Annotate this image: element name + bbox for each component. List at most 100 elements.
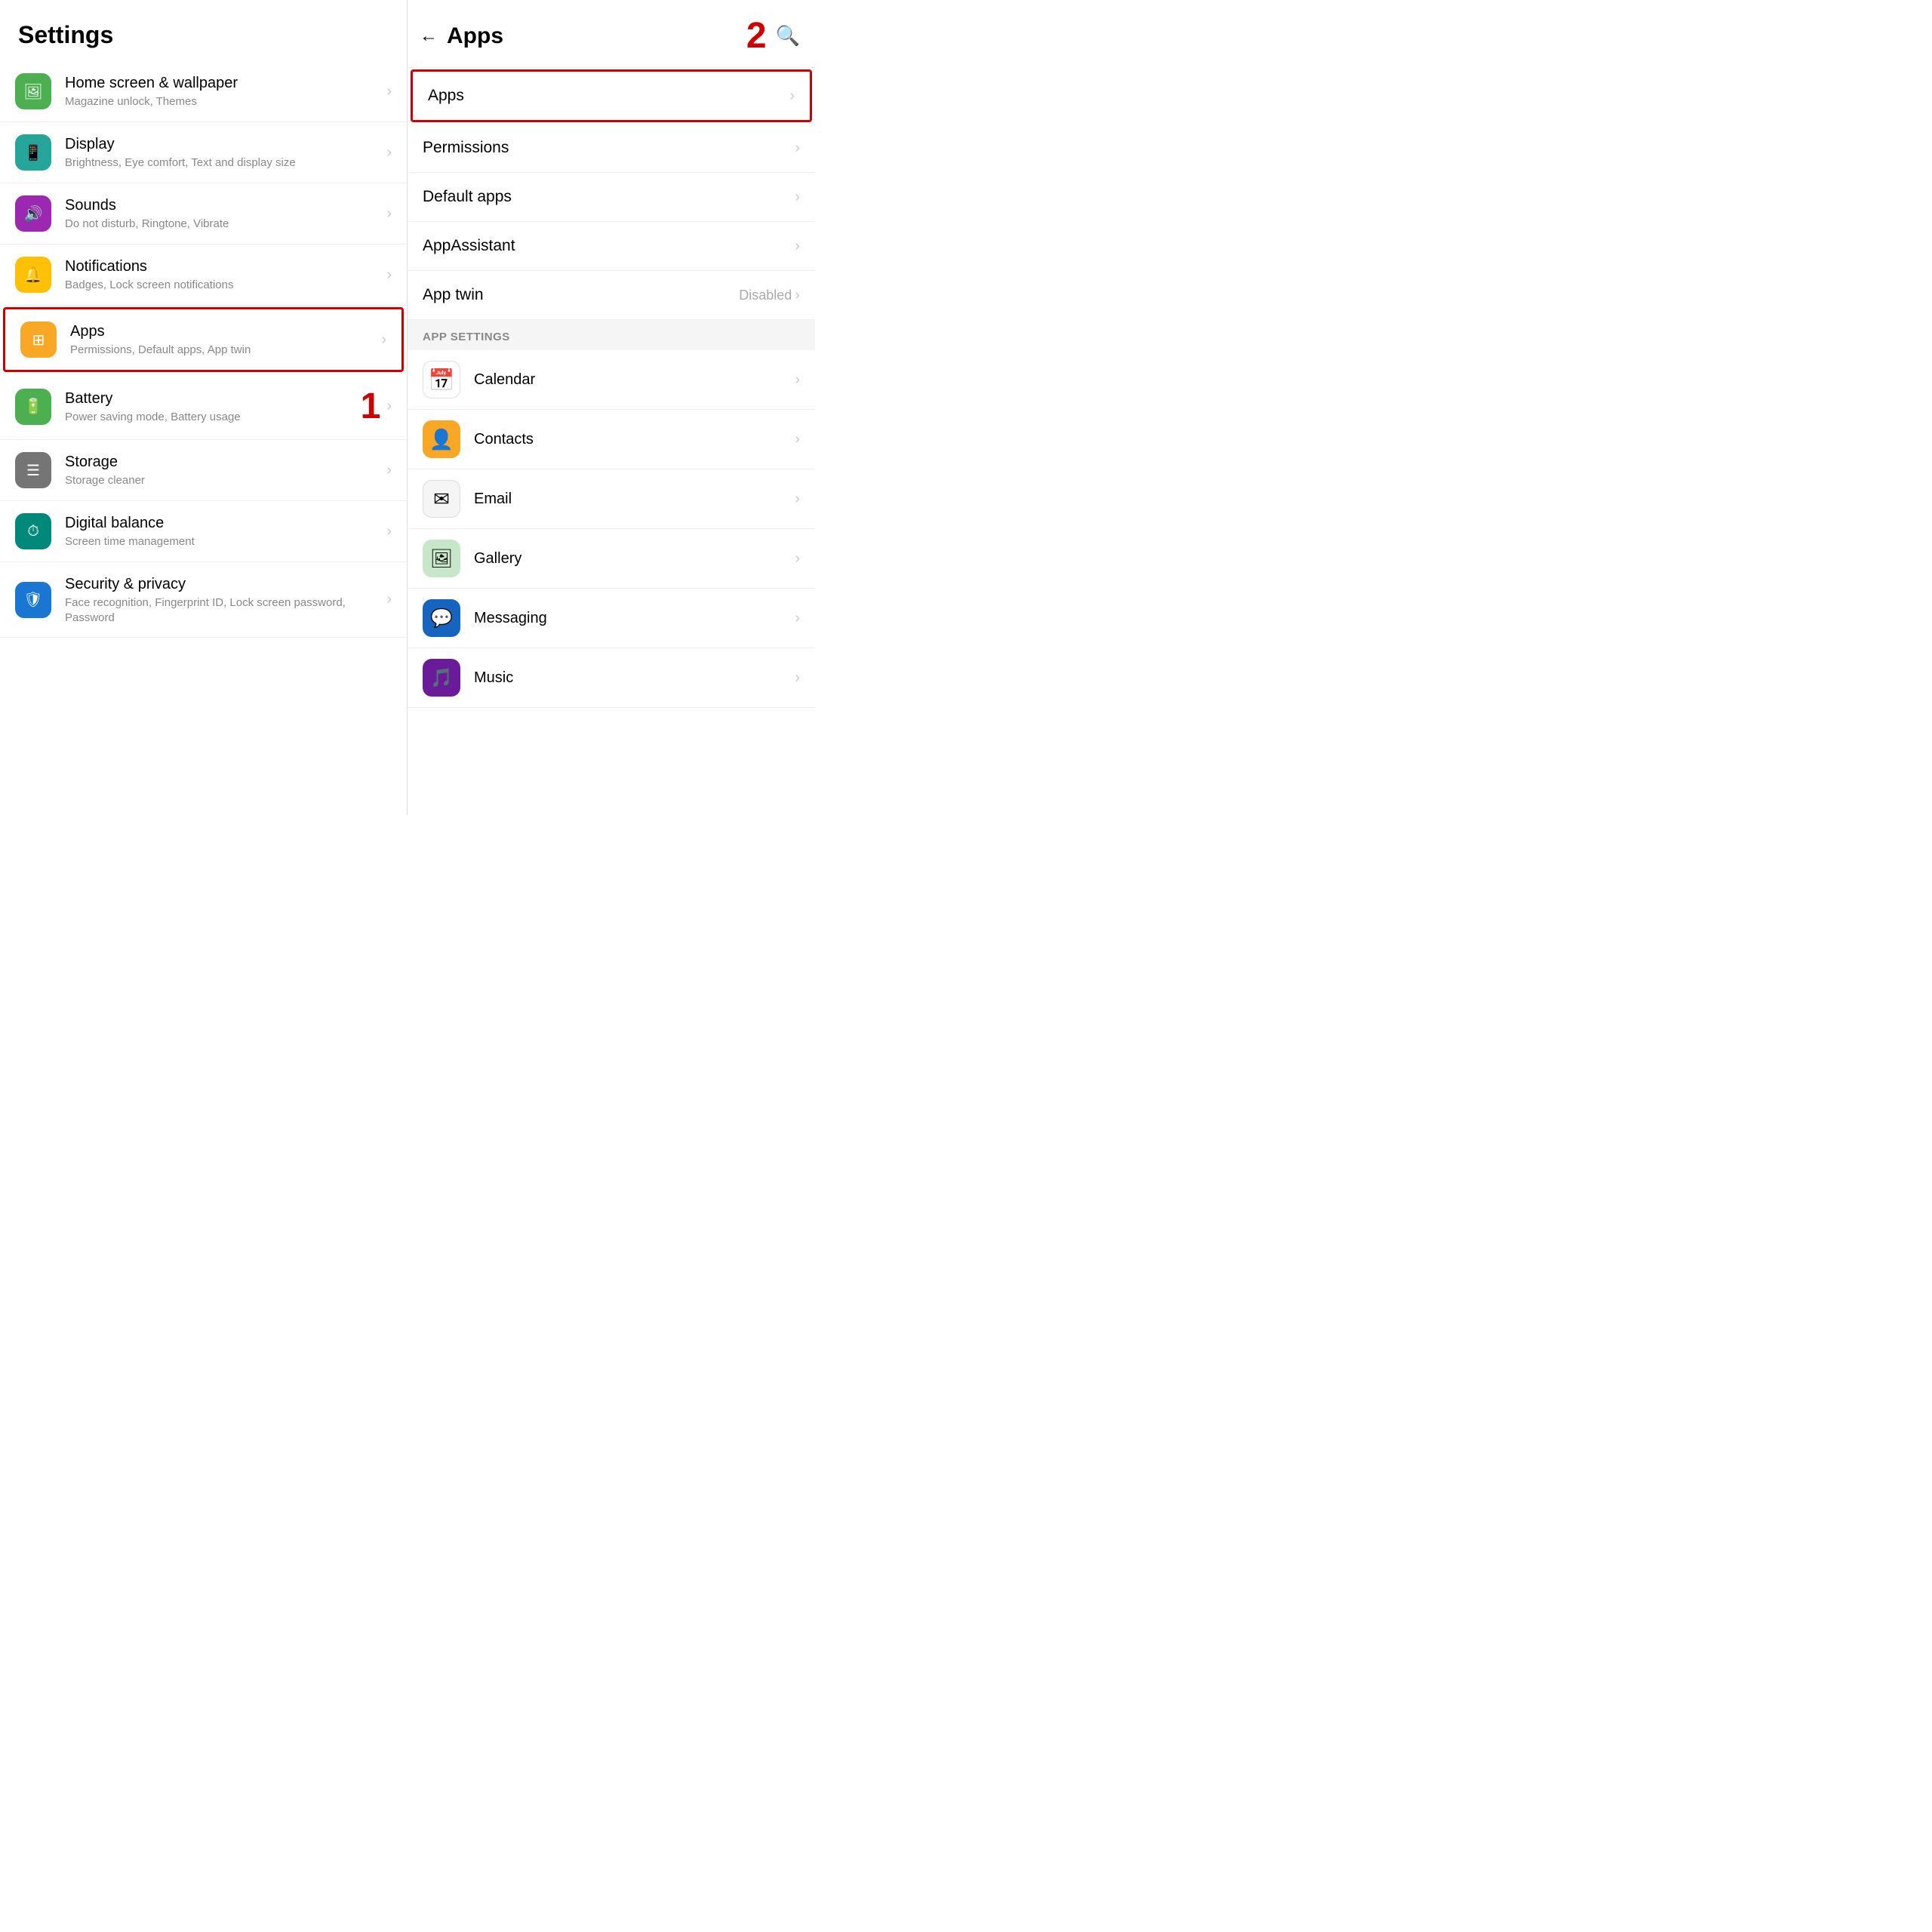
- settings-icon-3: 🔔: [15, 257, 51, 293]
- settings-item-sounds[interactable]: 🔊 Sounds Do not disturb, Ringtone, Vibrate…: [0, 183, 407, 245]
- search-button[interactable]: 🔍: [776, 24, 800, 48]
- app-name-label: Gallery: [474, 550, 795, 568]
- chevron-icon: ›: [795, 238, 800, 255]
- chevron-icon: ›: [795, 431, 800, 448]
- settings-item-battery[interactable]: 🔋 Battery Power saving mode, Battery usage…: [0, 374, 407, 440]
- chevron-icon: ›: [386, 591, 392, 608]
- settings-item-subtitle: Badges, Lock screen notifications: [65, 278, 380, 293]
- gallery-icon: 🖼: [423, 540, 460, 577]
- chevron-icon: ›: [386, 523, 392, 540]
- app-item-gallery[interactable]: 🖼 Gallery›: [408, 529, 815, 589]
- settings-item-security--privacy[interactable]: 🛡 Security & privacyFace recognition, Fin…: [0, 562, 407, 638]
- apps-menu-item-default-apps[interactable]: Default apps›: [408, 173, 815, 222]
- app-name-label: Calendar: [474, 371, 795, 389]
- settings-item-subtitle: Storage cleaner: [65, 473, 380, 488]
- apps-menu-label: Permissions: [423, 139, 795, 157]
- apps-menu-item-app-twin[interactable]: App twinDisabled›: [408, 271, 815, 320]
- left-panel: Settings 🖼 Home screen & wallpaperMagazin…: [0, 0, 408, 815]
- annotation-2: 2: [746, 15, 767, 57]
- settings-icon-6: ☰: [15, 452, 51, 488]
- settings-icon-7: ⏱: [15, 513, 51, 549]
- settings-item-subtitle: Brightness, Eye comfort, Text and displa…: [65, 155, 380, 171]
- settings-icon-4: ⊞: [20, 321, 57, 358]
- settings-item-display[interactable]: 📱 DisplayBrightness, Eye comfort, Text an…: [0, 122, 407, 183]
- chevron-icon: ›: [386, 398, 392, 415]
- music-icon: 🎵: [423, 659, 460, 697]
- chevron-icon: ›: [381, 331, 386, 349]
- chevron-icon: ›: [795, 140, 800, 157]
- annotation-1: 1: [361, 386, 381, 427]
- apps-menu-item-permissions[interactable]: Permissions›: [408, 124, 815, 173]
- settings-list: 🖼 Home screen & wallpaperMagazine unlock,…: [0, 61, 407, 815]
- app-name-label: Email: [474, 491, 795, 508]
- settings-item-digital-balance[interactable]: ⏱ Digital balanceScreen time management ›: [0, 501, 407, 562]
- calendar-icon: 📅: [423, 361, 460, 398]
- settings-text-2: Sounds Do not disturb, Ringtone, Vibrate: [65, 195, 380, 232]
- settings-icon-0: 🖼: [15, 73, 51, 109]
- apps-menu-label: App twin: [423, 286, 739, 304]
- settings-icon-1: 📱: [15, 134, 51, 171]
- chevron-icon: ›: [795, 669, 800, 687]
- app-item-email[interactable]: ✉Email›: [408, 469, 815, 529]
- apps-menu-value: Disabled: [739, 288, 792, 303]
- app-name-label: Music: [474, 669, 795, 687]
- settings-item-subtitle: Do not disturb, Ringtone, Vibrate: [65, 217, 380, 232]
- contacts-icon: 👤: [423, 420, 460, 458]
- settings-icon-8: 🛡: [15, 582, 51, 618]
- app-item-calendar[interactable]: 📅Calendar›: [408, 350, 815, 410]
- app-item-music[interactable]: 🎵 Music›: [408, 648, 815, 708]
- chevron-icon: ›: [386, 266, 392, 284]
- settings-icon-2: 🔊: [15, 195, 51, 232]
- right-panel: ← Apps 2 🔍 Apps›Permissions›Default apps…: [408, 0, 815, 815]
- chevron-icon: ›: [789, 88, 795, 105]
- email-icon: ✉: [423, 480, 460, 518]
- app-name-label: Contacts: [474, 431, 795, 448]
- chevron-icon: ›: [386, 144, 392, 162]
- apps-menu-label: AppAssistant: [423, 237, 795, 255]
- app-settings-section-header: APP SETTINGS: [408, 320, 815, 350]
- app-item-messaging[interactable]: 💬Messaging›: [408, 589, 815, 648]
- settings-item-title: Digital balance: [65, 513, 380, 533]
- settings-item-subtitle: Face recognition, Fingerprint ID, Lock s…: [65, 595, 380, 625]
- settings-item-apps[interactable]: ⊞ AppsPermissions, Default apps, App twin…: [3, 307, 404, 372]
- settings-item-title: Notifications: [65, 257, 380, 276]
- chevron-icon: ›: [795, 550, 800, 568]
- app-item-contacts[interactable]: 👤 Contacts›: [408, 410, 815, 469]
- settings-icon-5: 🔋: [15, 389, 51, 425]
- settings-text-5: Battery Power saving mode, Battery usage: [65, 389, 355, 425]
- settings-item-title: Display: [65, 134, 380, 154]
- left-header: Settings: [0, 0, 407, 61]
- settings-item-subtitle: Power saving mode, Battery usage: [65, 410, 355, 425]
- settings-item-home-screen--wallpaper[interactable]: 🖼 Home screen & wallpaperMagazine unlock,…: [0, 61, 407, 122]
- chevron-icon: ›: [386, 83, 392, 100]
- settings-item-title: Sounds: [65, 195, 380, 215]
- apps-menu-label: Apps: [428, 87, 789, 105]
- apps-page-title: Apps: [447, 23, 746, 49]
- settings-item-title: Storage: [65, 452, 380, 472]
- chevron-icon: ›: [795, 189, 800, 206]
- apps-menu-item-appassistant[interactable]: AppAssistant›: [408, 222, 815, 271]
- settings-text-1: DisplayBrightness, Eye comfort, Text and…: [65, 134, 380, 171]
- settings-text-6: StorageStorage cleaner: [65, 452, 380, 488]
- apps-menu-label: Default apps: [423, 188, 795, 206]
- settings-text-3: Notifications Badges, Lock screen notific…: [65, 257, 380, 293]
- apps-menu-item-apps[interactable]: Apps›: [411, 69, 812, 122]
- settings-text-4: AppsPermissions, Default apps, App twin: [70, 321, 375, 358]
- settings-title: Settings: [18, 21, 389, 49]
- settings-item-title: Home screen & wallpaper: [65, 73, 380, 93]
- settings-item-title: Battery: [65, 389, 355, 408]
- back-button[interactable]: ←: [420, 26, 438, 47]
- settings-item-subtitle: Screen time management: [65, 534, 380, 549]
- chevron-icon: ›: [386, 205, 392, 223]
- settings-item-storage[interactable]: ☰ StorageStorage cleaner ›: [0, 440, 407, 501]
- settings-item-subtitle: Magazine unlock, Themes: [65, 94, 380, 109]
- chevron-icon: ›: [795, 610, 800, 627]
- apps-list: Apps›Permissions›Default apps›AppAssista…: [408, 68, 815, 815]
- chevron-icon: ›: [386, 462, 392, 479]
- settings-item-title: Security & privacy: [65, 574, 380, 594]
- app-name-label: Messaging: [474, 610, 795, 627]
- settings-item-subtitle: Permissions, Default apps, App twin: [70, 343, 375, 358]
- chevron-icon: ›: [795, 287, 800, 304]
- settings-text-7: Digital balanceScreen time management: [65, 513, 380, 549]
- settings-item-notifications[interactable]: 🔔 Notifications Badges, Lock screen notifi…: [0, 245, 407, 306]
